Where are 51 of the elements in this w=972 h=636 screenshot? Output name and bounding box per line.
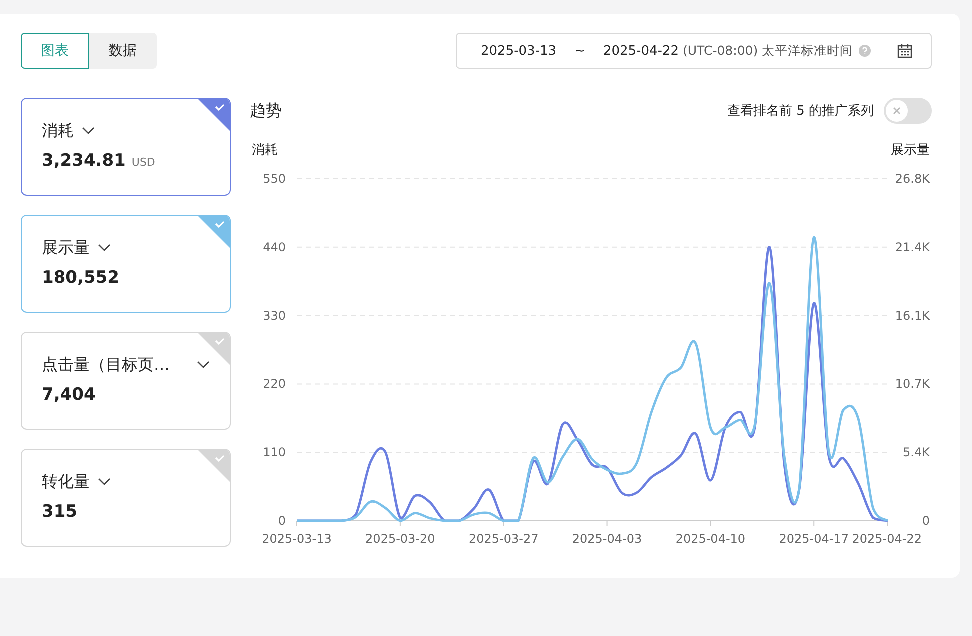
date-range-picker[interactable]: 2025-03-13 ~ 2025-04-22 (UTC-08:00) 太平洋标准时间: [456, 33, 932, 69]
start-date: 2025-03-13: [481, 44, 557, 58]
axis-tick-label: 5.4K: [903, 446, 930, 460]
unit-label: USD: [132, 156, 156, 169]
axis-tick-label: 2025-03-27: [468, 532, 539, 546]
chart-title: 趋势: [250, 100, 282, 122]
calendar-icon[interactable]: [897, 43, 913, 59]
metric-value: 3,234.81: [42, 151, 126, 171]
axis-title: 展示量: [891, 143, 930, 158]
axis-tick-label: 110: [263, 446, 286, 460]
axis-tick-label: 2025-04-17: [779, 532, 849, 546]
metric-value: 315: [42, 502, 78, 522]
metric-label: 转化量: [42, 472, 90, 492]
chevron-down-icon[interactable]: [98, 478, 111, 486]
axis-tick-label: 0: [922, 514, 930, 528]
metric-value: 180,552: [42, 268, 120, 288]
axis-tick-label: 2025-03-20: [366, 532, 436, 546]
metric-card[interactable]: 消耗 3,234.81 USD: [21, 98, 231, 196]
metric-card[interactable]: 转化量 315: [21, 449, 231, 547]
axis-tick-label: 26.8K: [895, 172, 930, 186]
metric-label: 展示量: [42, 238, 90, 258]
axis-title: 消耗: [252, 143, 278, 158]
metric-card[interactable]: 点击量（目标页… 7,404: [21, 332, 231, 430]
metric-card[interactable]: 展示量 180,552: [21, 215, 231, 313]
axis-tick-label: 2025-04-22: [852, 532, 922, 546]
axis-tick-label: 330: [263, 308, 286, 323]
axis-tick-label: 21.4K: [895, 240, 930, 254]
toggle-label: 查看排名前 5 的推广系列: [727, 103, 874, 120]
view-tab[interactable]: 数据: [89, 33, 157, 69]
toggle-switch[interactable]: [884, 98, 932, 124]
axis-tick-label: 2025-04-10: [676, 532, 746, 546]
axis-tick-label: 10.7K: [895, 377, 930, 392]
axis-tick-label: 0: [278, 514, 286, 528]
chevron-down-icon[interactable]: [98, 244, 111, 252]
metric-label: 点击量（目标页…: [42, 354, 170, 376]
metric-label: 消耗: [42, 120, 74, 142]
chevron-down-icon[interactable]: [197, 361, 210, 369]
axis-tick-label: 2025-03-13: [262, 532, 332, 546]
range-separator: ~: [574, 44, 586, 58]
close-icon: [892, 106, 902, 116]
axis-tick-label: 2025-04-03: [572, 532, 642, 546]
timezone-label: (UTC-08:00) 太平洋标准时间: [683, 42, 854, 60]
axis-tick-label: 16.1K: [895, 308, 930, 323]
metric-value: 7,404: [42, 385, 96, 405]
axis-tick-label: 550: [263, 172, 286, 186]
check-corner-icon: [198, 450, 230, 482]
end-date: 2025-04-22: [603, 44, 680, 58]
check-corner-icon: [198, 333, 230, 365]
chevron-down-icon[interactable]: [82, 127, 95, 135]
axis-tick-label: 220: [263, 377, 286, 392]
axis-tick-label: 440: [263, 240, 286, 254]
